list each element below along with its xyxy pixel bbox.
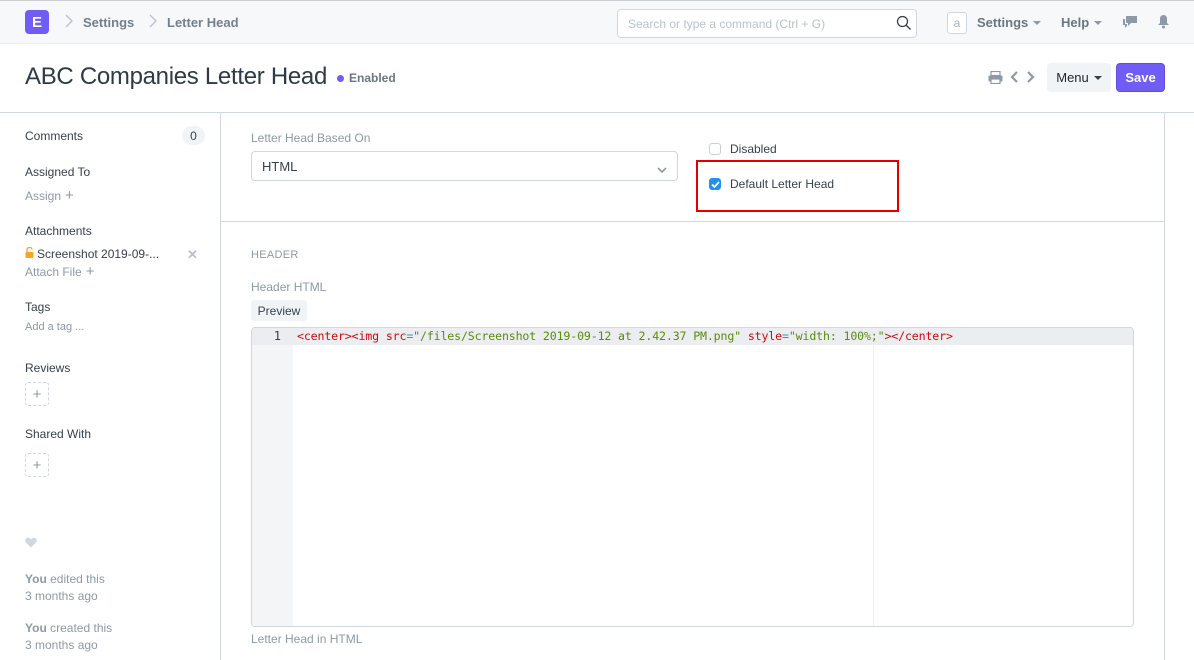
- search-icon[interactable]: [896, 15, 912, 31]
- print-icon[interactable]: [988, 70, 1003, 87]
- chevron-right-icon: [65, 14, 73, 28]
- chevron-down-icon: [657, 162, 667, 177]
- assigned-to-label: Assigned To: [25, 165, 91, 179]
- caret-down-icon: [1094, 21, 1103, 25]
- shared-with-label: Shared With: [25, 427, 92, 441]
- activity-action: edited this: [50, 572, 105, 586]
- default-letter-head-checkbox[interactable]: [709, 178, 721, 190]
- caret-down-icon: [1033, 21, 1042, 25]
- checkmark-icon: [710, 180, 720, 188]
- attach-file-label: Attach File: [25, 264, 82, 279]
- page-title: ABC Companies Letter Head: [25, 63, 327, 90]
- based-on-value: HTML: [262, 158, 298, 174]
- next-record-icon[interactable]: [1026, 70, 1035, 87]
- disabled-label: Disabled: [730, 142, 777, 156]
- plus-icon: +: [65, 187, 74, 204]
- caret-down-icon: [1093, 75, 1102, 80]
- section-header[interactable]: HEADER: [251, 249, 299, 261]
- code-line[interactable]: <center><img src = "/files/Screenshot 2019…: [297, 329, 953, 343]
- assign-link[interactable]: Assign +: [25, 188, 74, 203]
- based-on-label: Letter Head Based On: [251, 131, 371, 145]
- editor-gutter: [252, 328, 293, 626]
- attachments-label: Attachments: [25, 224, 92, 238]
- code-token-attr: style: [747, 329, 782, 343]
- status-dot-icon: [337, 74, 344, 82]
- app-logo[interactable]: E: [25, 10, 49, 34]
- help-dropdown-label: Help: [1061, 15, 1090, 30]
- navbar: E Settings Letter Head a Settings Help: [0, 0, 1194, 44]
- activity-user[interactable]: You: [25, 572, 47, 586]
- attachment-item[interactable]: Screenshot 2019-09-...: [25, 246, 159, 261]
- status-label: Enabled: [349, 71, 396, 85]
- activity-time: 3 months ago: [25, 638, 98, 652]
- chevron-right-icon: [149, 14, 157, 28]
- reviews-label: Reviews: [25, 361, 71, 375]
- code-token-tag: ></center>: [884, 329, 953, 343]
- disabled-checkbox[interactable]: [709, 143, 721, 155]
- notification-bell-icon[interactable]: [1157, 14, 1170, 32]
- activity-item: You edited this 3 months ago: [25, 571, 105, 605]
- plus-icon: +: [32, 456, 42, 474]
- chat-icon[interactable]: [1122, 14, 1138, 33]
- preview-button[interactable]: Preview: [251, 300, 307, 321]
- code-token-attr: src: [385, 329, 407, 343]
- disabled-checkbox-row[interactable]: Disabled: [709, 142, 777, 156]
- menu-button[interactable]: Menu: [1047, 63, 1111, 92]
- attachment-name[interactable]: Screenshot 2019-09-...: [37, 247, 159, 261]
- breadcrumb-settings[interactable]: Settings: [83, 15, 134, 30]
- user-avatar[interactable]: a: [947, 12, 967, 34]
- line-number: 1: [273, 329, 281, 343]
- add-tag-input[interactable]: Add a tag ...: [25, 321, 84, 333]
- comments-label[interactable]: Comments: [25, 129, 83, 143]
- code-editor[interactable]: 1 <center><img src = "/files/Screenshot 20…: [251, 327, 1134, 627]
- comments-count-badge: 0: [182, 126, 205, 145]
- section-divider: [221, 221, 1165, 222]
- add-share-button[interactable]: +: [25, 453, 49, 477]
- breadcrumb-letter-head[interactable]: Letter Head: [167, 15, 239, 30]
- attach-file-link[interactable]: Attach File +: [25, 264, 94, 279]
- unlock-icon: [25, 246, 34, 261]
- activity-item: You created this 3 months ago: [25, 620, 112, 654]
- status-indicator: Enabled: [337, 71, 396, 85]
- plus-icon: +: [85, 263, 95, 280]
- code-token-str: "/files/Screenshot 2019-09-12 at 2.42.37…: [413, 329, 741, 343]
- based-on-select[interactable]: HTML: [251, 151, 678, 181]
- remove-attachment-icon[interactable]: ✕: [187, 247, 198, 263]
- header-html-description: Letter Head in HTML: [251, 632, 363, 646]
- search-bar: [617, 9, 917, 38]
- help-dropdown[interactable]: Help: [1061, 15, 1103, 30]
- activity-action: created this: [50, 621, 113, 635]
- code-token-str: "width: 100%;": [788, 329, 885, 343]
- code-token-tag: <center><img: [297, 329, 379, 343]
- menu-button-label: Menu: [1056, 70, 1089, 85]
- editor-print-margin: [873, 328, 874, 626]
- activity-time: 3 months ago: [25, 589, 98, 603]
- default-letter-head-label: Default Letter Head: [730, 177, 835, 191]
- add-review-button[interactable]: +: [25, 382, 49, 406]
- tags-label: Tags: [25, 300, 51, 314]
- code-token-eq: =: [782, 329, 789, 343]
- like-heart-icon[interactable]: [25, 536, 37, 551]
- save-button[interactable]: Save: [1116, 63, 1165, 92]
- default-letter-head-checkbox-row[interactable]: Default Letter Head: [709, 177, 834, 191]
- assign-link-label: Assign: [25, 188, 62, 203]
- settings-dropdown-label: Settings: [977, 15, 1029, 30]
- header-html-label: Header HTML: [251, 280, 327, 294]
- search-input[interactable]: [618, 10, 878, 37]
- previous-record-icon[interactable]: [1010, 70, 1019, 87]
- settings-dropdown[interactable]: Settings: [977, 15, 1042, 30]
- plus-icon: +: [32, 385, 42, 403]
- activity-user[interactable]: You: [25, 621, 47, 635]
